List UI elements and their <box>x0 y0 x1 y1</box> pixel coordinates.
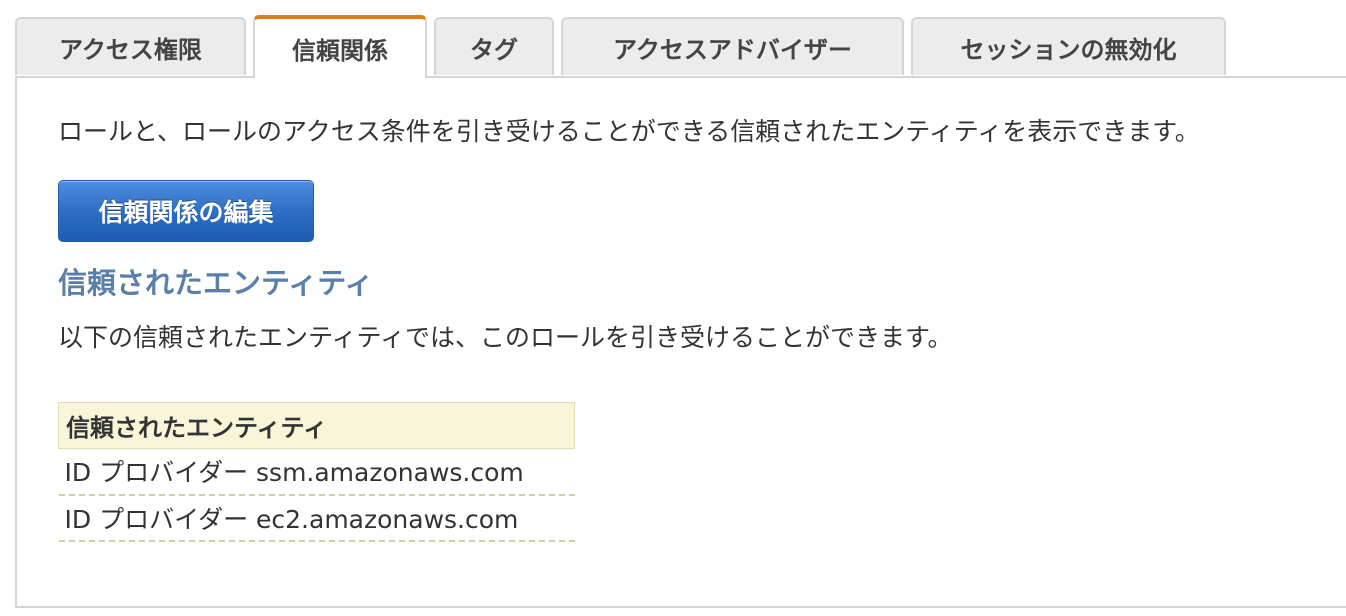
edit-trust-relationship-button[interactable]: 信頼関係の編集 <box>58 180 314 242</box>
tab-access-advisor[interactable]: アクセスアドバイザー <box>561 17 904 75</box>
trusted-entities-heading: 信頼されたエンティティ <box>58 266 374 300</box>
tab-tags[interactable]: タグ <box>434 17 554 75</box>
trust-relationships-panel: ロールと、ロールのアクセス条件を引き受けることができる信頼されたエンティティを表… <box>15 78 1346 608</box>
table-row: ID プロバイダー ssm.amazonaws.com <box>58 448 575 496</box>
table-header-row: 信頼されたエンティティ <box>58 402 575 449</box>
table-cell-entity: ID プロバイダー ec2.amazonaws.com <box>58 494 575 542</box>
table-header-trusted-entities: 信頼されたエンティティ <box>58 402 575 449</box>
table-row: ID プロバイダー ec2.amazonaws.com <box>58 494 575 542</box>
tab-bar: アクセス権限 信頼関係 タグ アクセスアドバイザー セッションの無効化 <box>0 0 1346 78</box>
tab-permissions[interactable]: アクセス権限 <box>15 17 246 75</box>
tab-trust-relationships[interactable]: 信頼関係 <box>253 15 427 78</box>
table-cell-entity: ID プロバイダー ssm.amazonaws.com <box>58 448 575 496</box>
trusted-entities-description: 以下の信頼されたエンティティでは、このロールを引き受けることができます。 <box>58 323 953 352</box>
tab-revoke-sessions[interactable]: セッションの無効化 <box>911 17 1226 75</box>
trusted-entities-table: 信頼されたエンティティ ID プロバイダー ssm.amazonaws.com … <box>58 402 575 542</box>
intro-text: ロールと、ロールのアクセス条件を引き受けることができる信頼されたエンティティを表… <box>58 117 1200 146</box>
